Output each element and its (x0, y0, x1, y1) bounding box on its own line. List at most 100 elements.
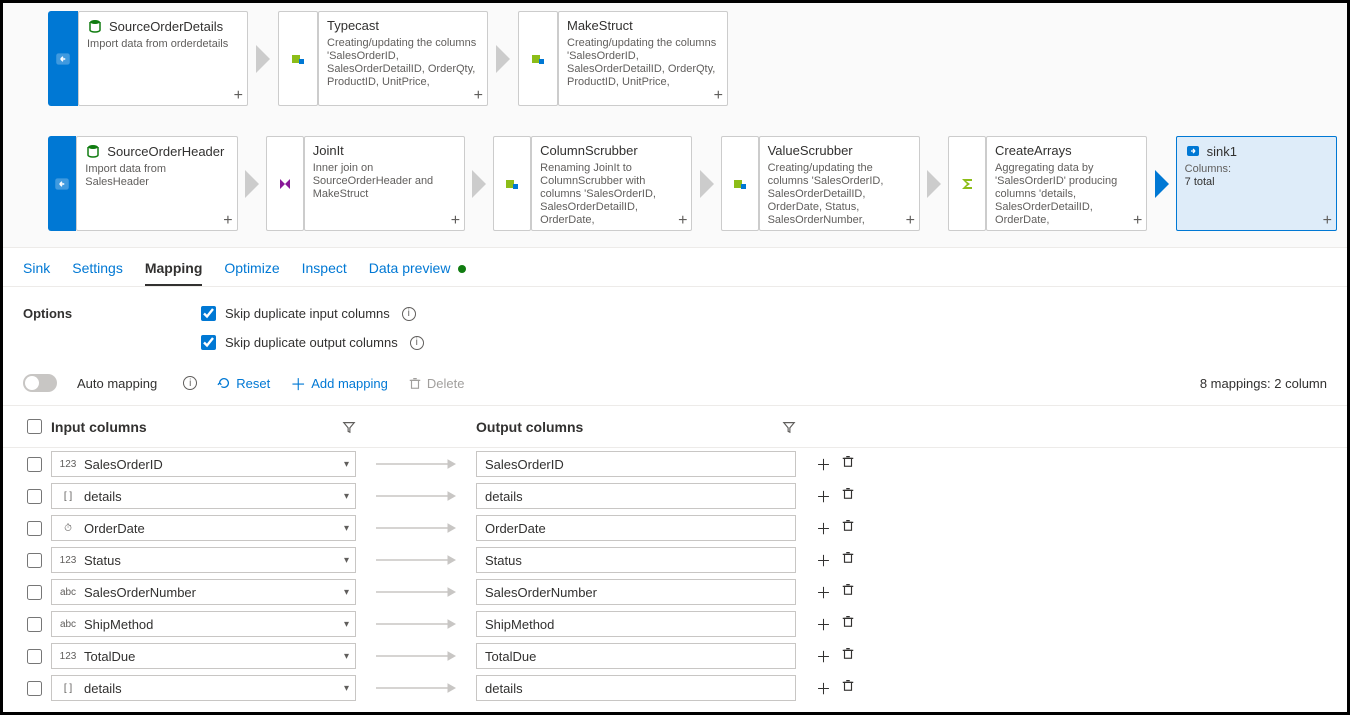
reset-button[interactable]: Reset (217, 376, 270, 391)
info-icon[interactable]: i (183, 376, 197, 390)
type-icon: abc (58, 619, 78, 630)
add-row-button[interactable]: ＋ (816, 454, 831, 475)
tab-settings[interactable]: Settings (72, 260, 123, 286)
auto-mapping-toggle[interactable] (23, 374, 57, 392)
row-checkbox[interactable] (27, 489, 42, 504)
add-row-button[interactable]: ＋ (816, 646, 831, 667)
filter-icon[interactable] (342, 420, 356, 434)
input-column-select[interactable]: 123SalesOrderID▾ (51, 451, 356, 477)
delete-row-button[interactable] (841, 614, 855, 635)
tab-sink[interactable]: Sink (23, 260, 50, 286)
add-step-icon[interactable]: + (906, 214, 915, 228)
skip-dup-input-check[interactable] (201, 306, 216, 321)
plus-green-icon (504, 176, 520, 192)
output-column-input[interactable]: details (476, 483, 796, 509)
add-row-button[interactable]: ＋ (816, 614, 831, 635)
flow-node-sourceorderdetails[interactable]: SourceOrderDetailsImport data from order… (78, 11, 248, 106)
mapping-row: 123SalesOrderID▾ SalesOrderID ＋ (3, 448, 1347, 480)
add-step-icon[interactable]: + (474, 89, 483, 103)
row-checkbox[interactable] (27, 457, 42, 472)
input-column-select[interactable]: [ ]details▾ (51, 483, 356, 509)
add-row-button[interactable]: ＋ (816, 550, 831, 571)
output-column-name: SalesOrderNumber (485, 585, 597, 600)
flow-node-makestruct[interactable]: MakeStructCreating/updating the columns … (558, 11, 728, 106)
skip-dup-output-checkbox[interactable]: Skip duplicate output columns i (197, 332, 424, 353)
flow-node-columnscrubber[interactable]: ColumnScrubberRenaming JoinIt to ColumnS… (531, 136, 692, 231)
tab-optimize[interactable]: Optimize (224, 260, 279, 286)
add-step-icon[interactable]: + (678, 214, 687, 228)
filter-icon[interactable] (782, 420, 796, 434)
input-column-select[interactable]: 123Status▾ (51, 547, 356, 573)
type-icon: abc (58, 587, 78, 598)
step-icon-box[interactable] (948, 136, 986, 231)
tab-inspect[interactable]: Inspect (302, 260, 347, 286)
add-row-button[interactable]: ＋ (816, 486, 831, 507)
delete-row-button[interactable] (841, 646, 855, 667)
add-step-icon[interactable]: + (1133, 214, 1142, 228)
step-icon-box[interactable] (278, 11, 318, 106)
node-title: MakeStruct (567, 18, 633, 33)
add-step-icon[interactable]: + (1323, 214, 1332, 228)
flow-node-valuescrubber[interactable]: ValueScrubberCreating/updating the colum… (759, 136, 920, 231)
output-column-input[interactable]: TotalDue (476, 643, 796, 669)
add-step-icon[interactable]: + (714, 89, 723, 103)
row-checkbox[interactable] (27, 585, 42, 600)
add-mapping-button[interactable]: ＋ Add mapping (290, 371, 388, 395)
flow-arrow (248, 11, 278, 106)
delete-row-button[interactable] (841, 582, 855, 603)
mapping-arrow-icon (366, 554, 466, 566)
skip-dup-input-checkbox[interactable]: Skip duplicate input columns i (197, 303, 416, 324)
info-icon[interactable]: i (402, 307, 416, 321)
add-step-icon[interactable]: + (451, 214, 460, 228)
row-checkbox[interactable] (27, 521, 42, 536)
add-step-icon[interactable]: + (234, 89, 243, 103)
output-column-input[interactable]: ShipMethod (476, 611, 796, 637)
row-checkbox[interactable] (27, 617, 42, 632)
chevron-down-icon: ▾ (344, 491, 349, 502)
info-icon[interactable]: i (410, 336, 424, 350)
input-column-select[interactable]: [ ]details▾ (51, 675, 356, 701)
tab-mapping[interactable]: Mapping (145, 260, 203, 286)
flow-node-joinit[interactable]: JoinItInner join on SourceOrderHeader an… (304, 136, 465, 231)
input-column-select[interactable]: ⏱OrderDate▾ (51, 515, 356, 541)
input-column-select[interactable]: abcShipMethod▾ (51, 611, 356, 637)
output-column-input[interactable]: details (476, 675, 796, 701)
tab-data-preview[interactable]: Data preview (369, 260, 467, 286)
chevron-down-icon: ▾ (344, 683, 349, 694)
step-icon-box[interactable] (721, 136, 759, 231)
chevron-down-icon: ▾ (344, 619, 349, 630)
flow-node-createarrays[interactable]: CreateArraysAggregating data by 'SalesOr… (986, 136, 1147, 231)
delete-row-button[interactable] (841, 518, 855, 539)
step-icon-box[interactable] (493, 136, 531, 231)
delete-row-button[interactable] (841, 550, 855, 571)
output-column-input[interactable]: Status (476, 547, 796, 573)
source-badge[interactable] (48, 136, 76, 231)
step-icon-box[interactable] (266, 136, 304, 231)
step-icon-box[interactable] (518, 11, 558, 106)
add-row-button[interactable]: ＋ (816, 582, 831, 603)
delete-row-button[interactable] (841, 486, 855, 507)
type-icon: [ ] (58, 491, 78, 502)
delete-row-button[interactable] (841, 454, 855, 475)
add-row-button[interactable]: ＋ (816, 678, 831, 699)
flow-canvas[interactable]: SourceOrderDetailsImport data from order… (3, 3, 1347, 248)
row-checkbox[interactable] (27, 553, 42, 568)
row-checkbox[interactable] (27, 649, 42, 664)
output-column-input[interactable]: SalesOrderNumber (476, 579, 796, 605)
flow-node-sink1[interactable]: sink1Columns:7 total+ (1176, 136, 1337, 231)
input-column-select[interactable]: 123TotalDue▾ (51, 643, 356, 669)
add-step-icon[interactable]: + (223, 214, 232, 228)
add-row-button[interactable]: ＋ (816, 518, 831, 539)
source-badge[interactable] (48, 11, 78, 106)
flow-node-sourceorderheader[interactable]: SourceOrderHeaderImport data from SalesH… (76, 136, 237, 231)
select-all-checkbox[interactable] (27, 419, 42, 434)
output-column-input[interactable]: OrderDate (476, 515, 796, 541)
row-checkbox[interactable] (27, 681, 42, 696)
flow-node-typecast[interactable]: TypecastCreating/updating the columns 'S… (318, 11, 488, 106)
skip-dup-output-check[interactable] (201, 335, 216, 350)
delete-row-button[interactable] (841, 678, 855, 699)
output-column-input[interactable]: SalesOrderID (476, 451, 796, 477)
chevron-down-icon: ▾ (344, 587, 349, 598)
input-column-select[interactable]: abcSalesOrderNumber▾ (51, 579, 356, 605)
delete-button[interactable]: Delete (408, 376, 465, 391)
